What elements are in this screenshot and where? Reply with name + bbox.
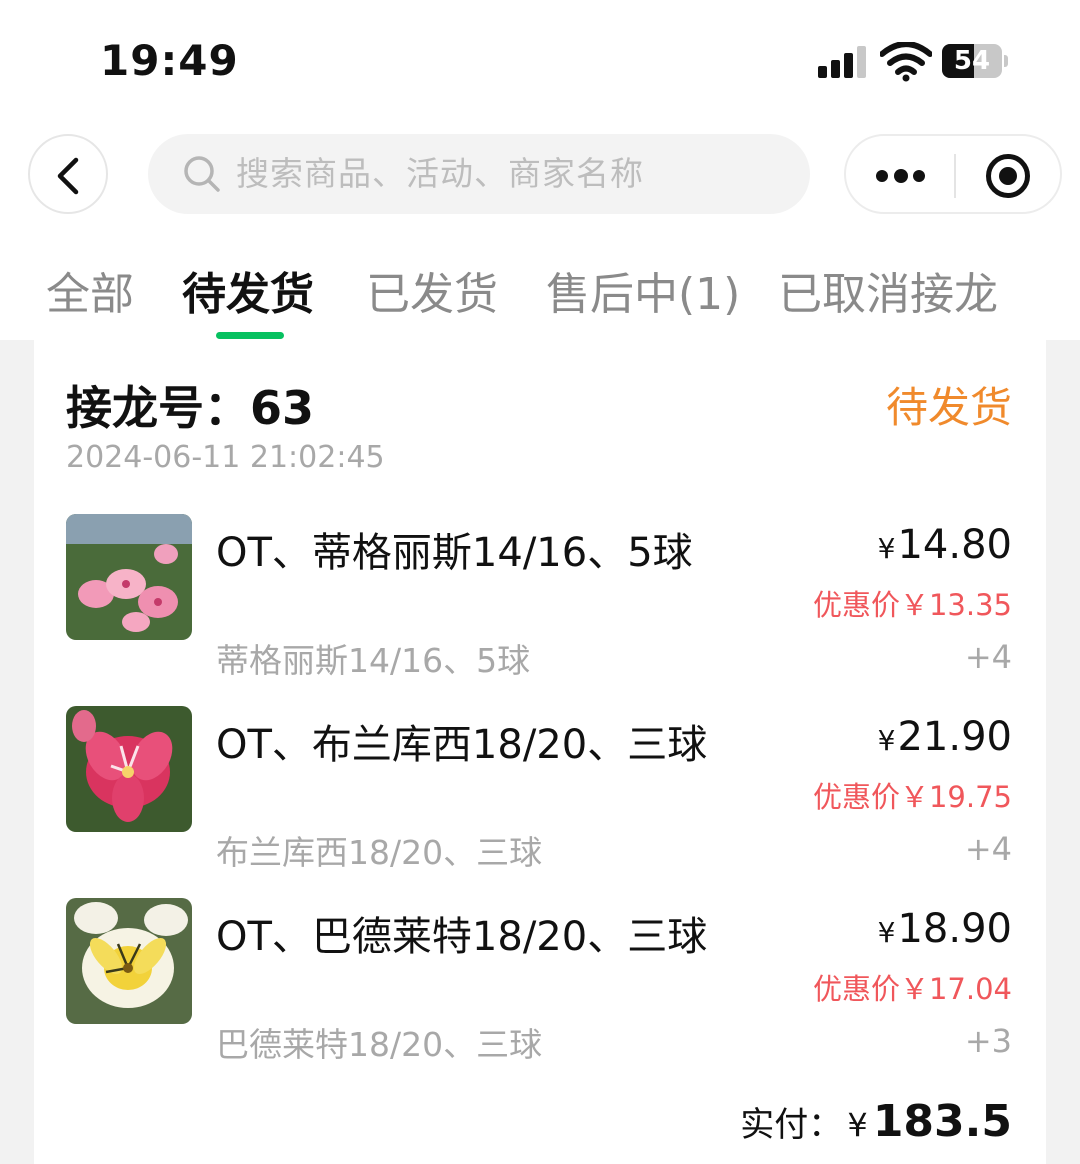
order-card[interactable]: 接龙号：63 待发货 2024-06-11 21:02:45 OT、蒂格丽斯14… [34, 340, 1046, 1164]
battery-icon: 54 [942, 44, 1008, 78]
tab-shipped[interactable]: 已发货 [366, 258, 498, 322]
nav-bar: 搜索商品、活动、商家名称 [0, 120, 1080, 240]
product-image [66, 898, 192, 1024]
status-time: 19:49 [100, 36, 239, 85]
total-currency: ¥ [847, 1106, 868, 1144]
order-time: 2024-06-11 21:02:45 [66, 440, 385, 475]
order-total: 实付： ¥ 183.5 [740, 1096, 1012, 1147]
tab-after-sales[interactable]: 售后中(1) [546, 258, 740, 322]
search-bar[interactable]: 搜索商品、活动、商家名称 [148, 134, 810, 214]
mini-program-capsule [844, 134, 1062, 214]
product-image [66, 514, 192, 640]
order-number-value: 63 [250, 381, 315, 435]
status-bar: 19:49 54 [0, 0, 1080, 120]
active-tab-indicator [216, 332, 284, 339]
order-tabs: 全部 待发货 已发货 售后中(1) 已取消接龙 [0, 240, 1080, 340]
wifi-icon [879, 41, 933, 82]
order-item[interactable]: OT、蒂格丽斯14/16、5球 ¥14.80 优惠价￥13.35 蒂格丽斯14/… [34, 514, 1046, 684]
search-placeholder: 搜索商品、活动、商家名称 [236, 154, 644, 193]
product-quantity: +4 [964, 830, 1012, 868]
discount-price: 优惠价￥17.04 [812, 972, 1012, 1006]
order-number: 接龙号：63 [66, 381, 315, 435]
tab-pending-shipment[interactable]: 待发货 [182, 258, 314, 322]
search-icon [184, 156, 220, 192]
product-name: OT、布兰库西18/20、三球 [216, 722, 708, 768]
product-spec: 蒂格丽斯14/16、5球 [216, 641, 531, 680]
target-icon[interactable] [986, 154, 1030, 198]
discount-price: 优惠价￥13.35 [812, 588, 1012, 622]
product-spec: 布兰库西18/20、三球 [216, 833, 543, 872]
product-quantity: +4 [964, 638, 1012, 676]
order-item[interactable]: OT、巴德莱特18/20、三球 ¥18.90 优惠价￥17.04 巴德莱特18/… [34, 898, 1046, 1068]
product-price: ¥21.90 [877, 714, 1012, 760]
capsule-divider [954, 154, 956, 198]
battery-level: 54 [953, 46, 991, 76]
product-name: OT、巴德莱特18/20、三球 [216, 914, 708, 960]
chevron-left-icon [57, 157, 79, 195]
product-name: OT、蒂格丽斯14/16、5球 [216, 530, 693, 576]
signal-icon [818, 46, 866, 78]
product-quantity: +3 [964, 1022, 1012, 1060]
product-image [66, 706, 192, 832]
total-label: 实付： [740, 1105, 843, 1145]
product-spec: 巴德莱特18/20、三球 [216, 1025, 543, 1064]
order-item[interactable]: OT、布兰库西18/20、三球 ¥21.90 优惠价￥19.75 布兰库西18/… [34, 706, 1046, 876]
order-status: 待发货 [885, 383, 1012, 432]
back-button[interactable] [28, 134, 108, 214]
total-amount: 183.5 [872, 1096, 1012, 1147]
tab-cancelled[interactable]: 已取消接龙 [778, 258, 998, 322]
product-price: ¥14.80 [877, 522, 1012, 568]
tab-all[interactable]: 全部 [46, 258, 134, 322]
product-price: ¥18.90 [877, 906, 1012, 952]
more-dots-icon[interactable] [876, 166, 926, 186]
discount-price: 优惠价￥19.75 [812, 780, 1012, 814]
